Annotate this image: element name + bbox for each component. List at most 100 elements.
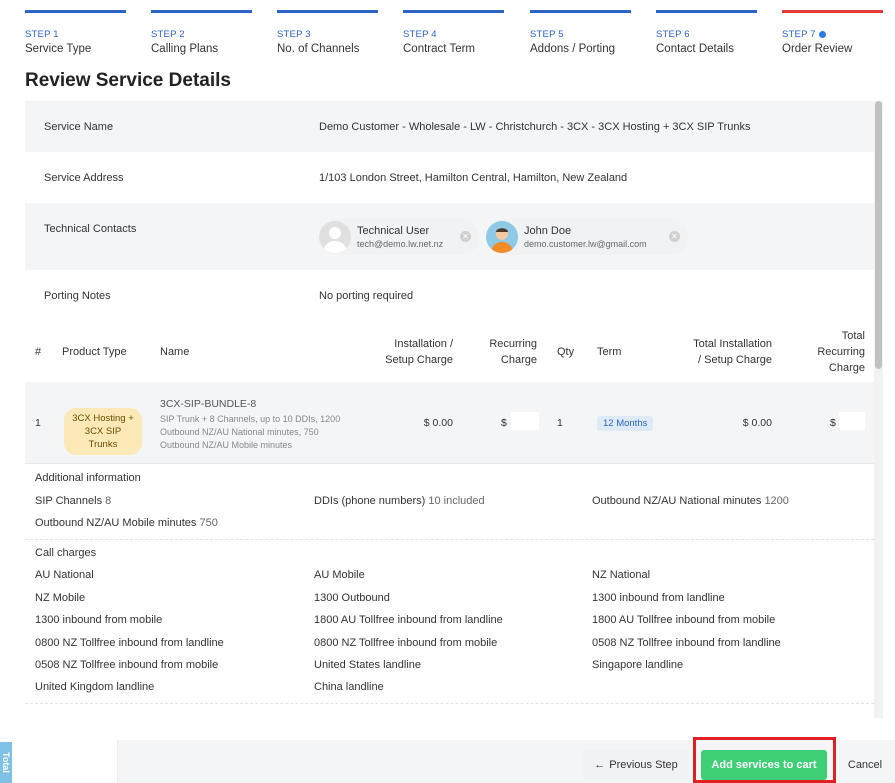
outbound-mobile-value: 750 — [199, 517, 218, 529]
remove-contact-icon[interactable]: ✕ — [460, 231, 471, 242]
col-num: # — [35, 346, 42, 358]
step-2[interactable]: STEP 2 Calling Plans — [151, 10, 252, 55]
row-num: 1 — [35, 417, 41, 429]
col-install: Installation / Setup Charge — [365, 336, 453, 368]
ddis-value: 10 included — [428, 495, 485, 507]
contact-chip[interactable]: Technical User tech@demo.lw.net.nz ✕ — [319, 219, 479, 255]
product-type-badge: 3CX Hosting + 3CX SIP Trunks — [64, 408, 142, 455]
arrow-left-icon: ← — [594, 759, 606, 771]
contact-email: demo.customer.lw@gmail.com — [524, 239, 647, 249]
step-3[interactable]: STEP 3 No. of Channels — [277, 10, 378, 55]
step-number: STEP 7 — [782, 29, 816, 40]
previous-step-label: Previous Step — [609, 759, 678, 771]
additional-info-heading: Additional information — [35, 472, 141, 484]
col-total-recurring-line2: Recurring — [817, 346, 865, 358]
col-total-recurring: Total Recurring Charge — [795, 328, 865, 376]
table-row: 1 3CX Hosting + 3CX SIP Trunks 3CX-SIP-B… — [25, 382, 874, 464]
desc-line1: SIP Trunk + 8 Channels, up to 10 DDIs, 1… — [160, 414, 341, 424]
step-bar — [277, 10, 378, 13]
outbound-mobile-label: Outbound NZ/AU Mobile minutes — [35, 517, 197, 529]
product-description: SIP Trunk + 8 Channels, up to 10 DDIs, 1… — [160, 413, 340, 452]
step-label: Addons / Porting — [530, 43, 616, 55]
sip-channels: SIP Channels 8 — [35, 495, 111, 507]
recurring-charge: $ — [501, 417, 507, 429]
col-qty: Qty — [557, 346, 575, 358]
col-recurring: Recurring Charge — [475, 336, 537, 368]
previous-step-button[interactable]: ← Previous Step — [583, 750, 689, 780]
col-install-line2: Setup Charge — [385, 354, 453, 366]
product-type-line1: 3CX Hosting + — [72, 413, 134, 424]
step-7[interactable]: STEP 7 Order Review — [782, 10, 883, 55]
step-1[interactable]: STEP 1 Service Type — [25, 10, 126, 55]
technical-contacts-row: Technical Contacts Technical User tech@d… — [25, 203, 874, 270]
user-avatar-icon — [319, 221, 351, 253]
product-type-line2: 3CX SIP Trunks — [84, 426, 122, 450]
step-number: STEP 3 — [277, 29, 311, 40]
col-total-recurring-line1: Total — [841, 330, 865, 342]
sip-channels-label: SIP Channels — [35, 495, 103, 507]
call-charge-item: NZ Mobile — [35, 592, 86, 604]
call-charge-item: 0800 NZ Tollfree inbound from landline — [35, 637, 224, 649]
product-sku: 3CX-SIP-BUNDLE-8 — [160, 398, 257, 410]
step-number: STEP 1 — [25, 29, 59, 40]
desc-line2: Outbound NZ/AU National minutes, 750 — [160, 427, 319, 437]
call-charge-item: 1300 Outbound — [314, 592, 390, 604]
call-charge-item: 1800 AU Tollfree inbound from mobile — [592, 614, 776, 626]
step-6[interactable]: STEP 6 Contact Details — [656, 10, 757, 55]
outbound-national-value: 1200 — [764, 495, 789, 507]
call-charge-item: China landline — [314, 681, 384, 693]
step-number: STEP 4 — [403, 29, 437, 40]
contact-text: John Doe demo.customer.lw@gmail.com — [524, 225, 647, 249]
total-recurring-blank — [839, 412, 865, 430]
call-charge-item: United Kingdom landline — [35, 681, 155, 693]
table-header: # Product Type Name Installation / Setup… — [25, 324, 874, 382]
step-number-wrap: STEP 7 — [782, 29, 883, 40]
cancel-button[interactable]: Cancel — [840, 750, 890, 780]
ddis: DDIs (phone numbers) 10 included — [314, 495, 485, 507]
contact-name: Technical User — [357, 225, 430, 237]
step-4[interactable]: STEP 4 Contract Term — [403, 10, 504, 55]
call-charge-item: NZ National — [592, 569, 651, 581]
step-number: STEP 2 — [151, 29, 185, 40]
call-charge-item: United States landline — [314, 659, 422, 671]
service-name-label: Service Name — [44, 121, 114, 133]
step-bar — [403, 10, 504, 13]
user-avatar-icon — [486, 221, 518, 253]
remove-contact-icon[interactable]: ✕ — [669, 231, 680, 242]
porting-notes-row: Porting Notes No porting required — [25, 270, 874, 324]
call-charge-item: 1800 AU Tollfree inbound from landline — [314, 614, 503, 626]
step-label: Calling Plans — [151, 43, 219, 55]
review-panel: Service Name Demo Customer - Wholesale -… — [25, 101, 885, 719]
step-bar — [530, 10, 631, 13]
contact-chip[interactable]: John Doe demo.customer.lw@gmail.com ✕ — [486, 219, 688, 255]
col-recurring-line1: Recurring — [489, 338, 537, 350]
step-bar — [782, 10, 883, 13]
page-title: Review Service Details — [25, 70, 231, 91]
technical-contacts-label: Technical Contacts — [44, 223, 137, 235]
outbound-mobile: Outbound NZ/AU Mobile minutes 750 — [35, 517, 218, 529]
step-number: STEP 6 — [656, 29, 690, 40]
col-name: Name — [160, 346, 190, 358]
contact-email: tech@demo.lw.net.nz — [357, 239, 444, 249]
divider — [25, 539, 874, 540]
divider — [25, 703, 874, 704]
call-charge-item: AU National — [35, 569, 94, 581]
call-charge-item: 0800 NZ Tollfree inbound from mobile — [314, 637, 498, 649]
step-5[interactable]: STEP 5 Addons / Porting — [530, 10, 631, 55]
call-charge-item: 0508 NZ Tollfree inbound from landline — [592, 637, 781, 649]
highlight-box — [693, 737, 836, 783]
outbound-national-label: Outbound NZ/AU National minutes — [592, 495, 762, 507]
step-label: No. of Channels — [277, 43, 360, 55]
outbound-national: Outbound NZ/AU National minutes 1200 — [592, 495, 789, 507]
porting-notes-value: No porting required — [319, 290, 414, 302]
col-recurring-line2: Charge — [500, 354, 537, 366]
col-total-recurring-line3: Charge — [828, 362, 865, 374]
step-bar — [25, 10, 126, 13]
call-charge-item: 1300 inbound from mobile — [35, 614, 163, 626]
step-number: STEP 5 — [530, 29, 564, 40]
total-tab[interactable]: Total — [0, 742, 12, 783]
col-install-line1: Installation / — [394, 338, 453, 350]
step-bar — [656, 10, 757, 13]
contact-name: John Doe — [524, 225, 572, 237]
step-label: Contact Details — [656, 43, 734, 55]
